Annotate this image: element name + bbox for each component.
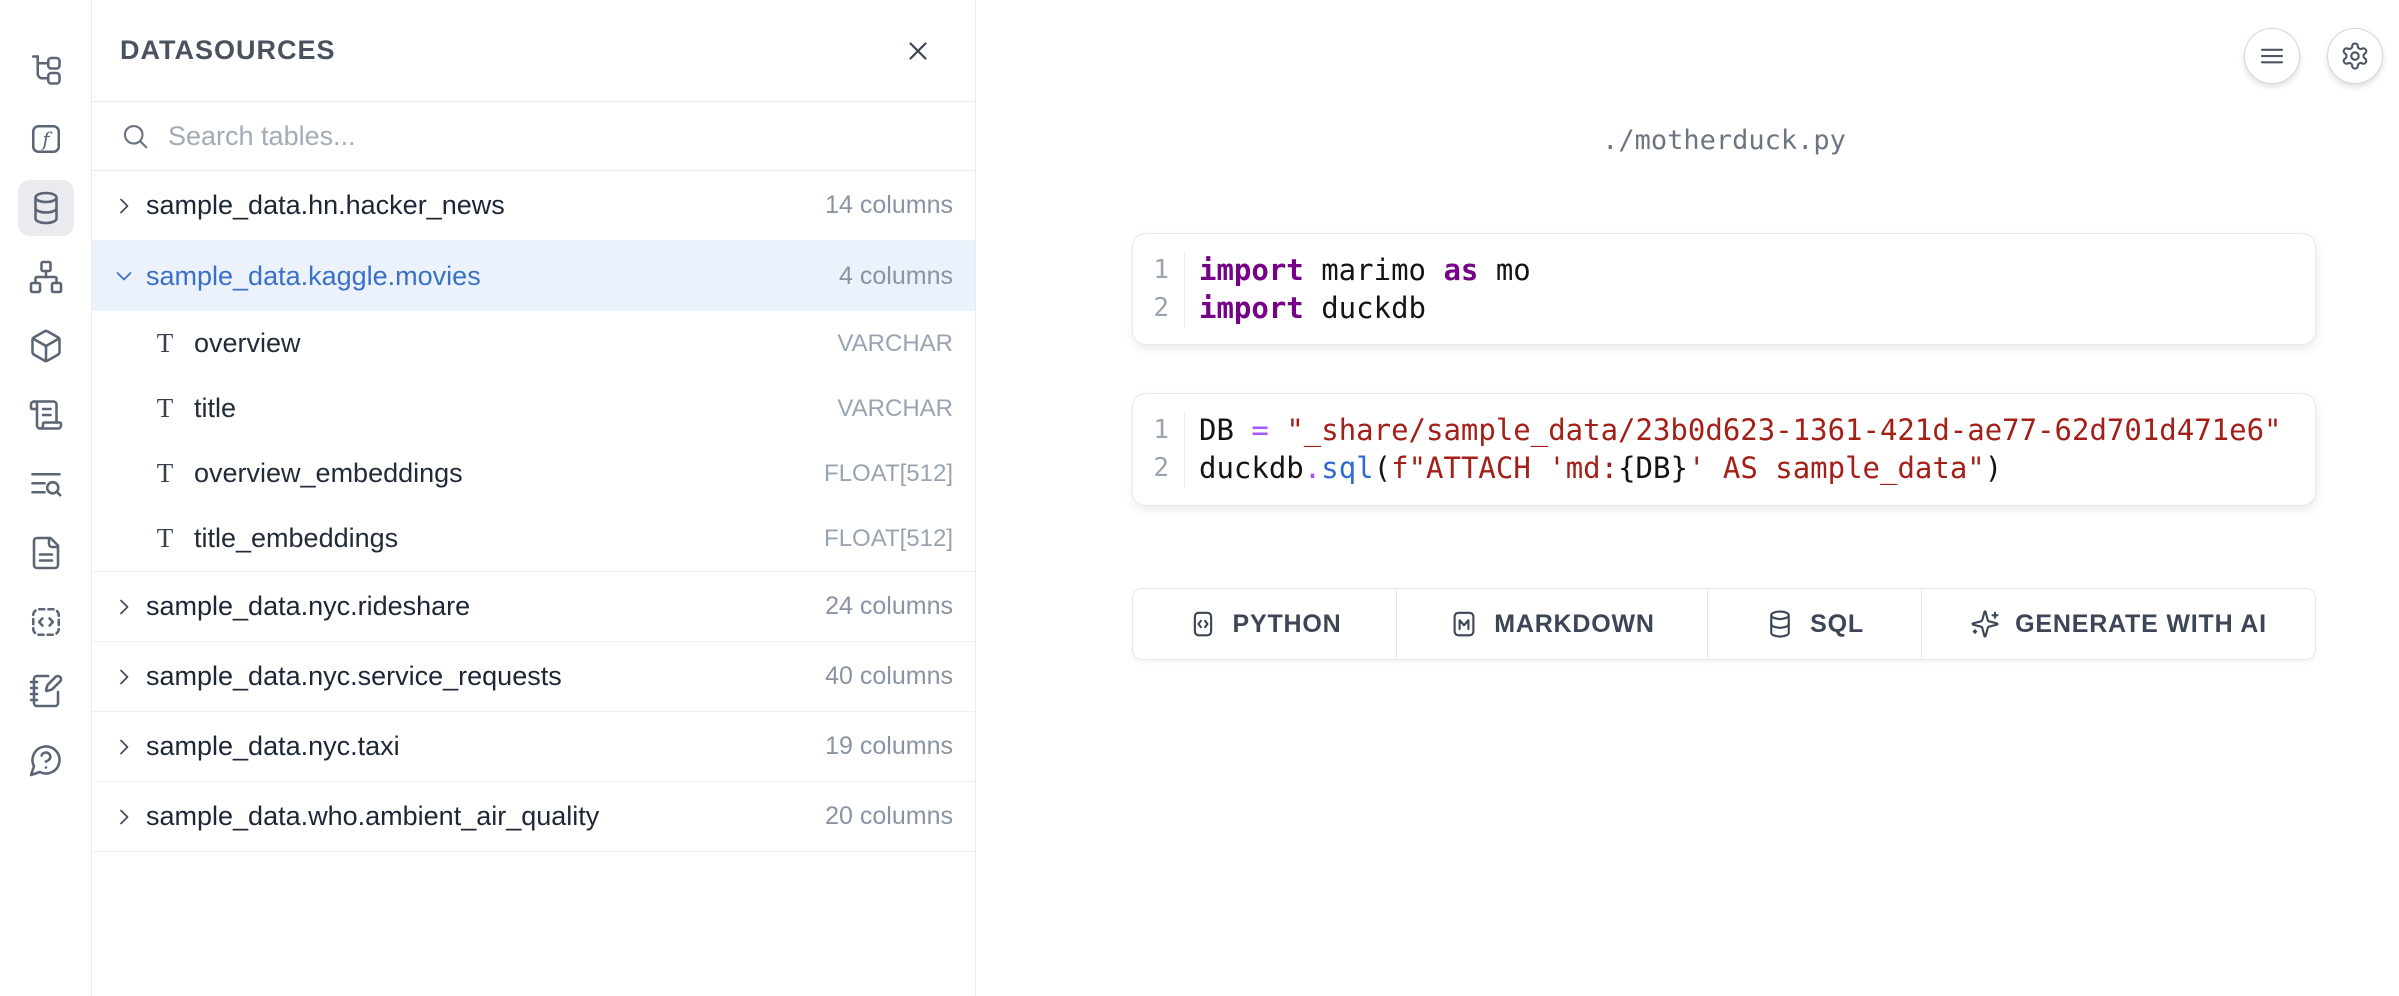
table-row[interactable]: sample_data.who.ambient_air_quality 20 c… xyxy=(92,782,975,852)
table-columns-count: 40 columns xyxy=(825,662,953,691)
code-cell-imports[interactable]: 1 2 import marimo as mo import duckdb xyxy=(1132,233,2316,345)
notebook-filename: ./motherduck.py xyxy=(1132,120,2316,160)
snippets-icon[interactable] xyxy=(18,594,74,650)
line-number-gutter: 1 2 xyxy=(1133,411,1185,488)
file-explorer-icon[interactable] xyxy=(18,42,74,98)
type-text-icon: T xyxy=(150,328,180,359)
help-icon[interactable] xyxy=(18,732,74,788)
datasources-icon[interactable] xyxy=(18,180,74,236)
sparkles-icon xyxy=(1970,609,2000,639)
tracing-icon[interactable] xyxy=(18,456,74,512)
code-square-icon xyxy=(1188,609,1218,639)
table-name: sample_data.nyc.rideshare xyxy=(146,591,470,622)
documentation-icon[interactable] xyxy=(18,525,74,581)
gear-icon xyxy=(2340,41,2370,71)
column-type: VARCHAR xyxy=(837,330,953,358)
logs-icon[interactable] xyxy=(18,387,74,443)
column-row[interactable]: T overview VARCHAR xyxy=(92,311,975,376)
search-row xyxy=(92,102,975,171)
datasources-panel: DATASOURCES sample_data.hn.hacker_news 1… xyxy=(92,0,976,996)
column-name: title xyxy=(194,393,236,424)
chevron-down-icon xyxy=(112,264,136,288)
code-editor[interactable]: DB = "_share/sample_data/23b0d623-1361-4… xyxy=(1185,411,2315,488)
generate-with-ai-button[interactable]: GENERATE WITH AI xyxy=(1921,589,2315,659)
table-row[interactable]: sample_data.hn.hacker_news 14 columns xyxy=(92,171,975,241)
scratchpad-icon[interactable] xyxy=(18,663,74,719)
hamburger-menu-icon xyxy=(2257,41,2287,71)
database-icon xyxy=(1765,609,1795,639)
tables-list: sample_data.hn.hacker_news 14 columns sa… xyxy=(92,171,975,852)
column-type: FLOAT[512] xyxy=(824,525,953,553)
column-row[interactable]: T title VARCHAR xyxy=(92,376,975,441)
table-columns-count: 19 columns xyxy=(825,732,953,761)
svg-text:f: f xyxy=(40,128,53,151)
table-name: sample_data.who.ambient_air_quality xyxy=(146,801,599,832)
helper-icon-rail: f xyxy=(0,0,92,996)
packages-icon[interactable] xyxy=(18,318,74,374)
table-columns-count: 24 columns xyxy=(825,592,953,621)
column-name: title_embeddings xyxy=(194,523,398,554)
table-row[interactable]: sample_data.nyc.service_requests 40 colu… xyxy=(92,642,975,712)
table-row-selected[interactable]: sample_data.kaggle.movies 4 columns xyxy=(92,241,975,311)
table-columns-count: 4 columns xyxy=(839,262,953,291)
code-cell-attach-db[interactable]: 1 2 DB = "_share/sample_data/23b0d623-13… xyxy=(1132,393,2316,506)
type-text-icon: T xyxy=(150,458,180,489)
add-markdown-cell-button[interactable]: MARKDOWN xyxy=(1396,589,1707,659)
column-type: FLOAT[512] xyxy=(824,460,953,488)
table-columns-count: 20 columns xyxy=(825,802,953,831)
chevron-right-icon xyxy=(112,805,136,829)
table-row[interactable]: sample_data.nyc.rideshare 24 columns xyxy=(92,572,975,642)
chevron-right-icon xyxy=(112,595,136,619)
close-panel-button[interactable] xyxy=(899,32,937,70)
markdown-icon xyxy=(1449,609,1479,639)
column-row[interactable]: T overview_embeddings FLOAT[512] xyxy=(92,441,975,506)
table-name: sample_data.nyc.service_requests xyxy=(146,661,562,692)
column-name: overview xyxy=(194,328,301,359)
variables-icon[interactable]: f xyxy=(18,111,74,167)
table-columns-group: T overview VARCHAR T title VARCHAR T ove… xyxy=(92,311,975,572)
chevron-right-icon xyxy=(112,194,136,218)
chevron-right-icon xyxy=(112,735,136,759)
panel-title: DATASOURCES xyxy=(120,35,336,66)
search-input[interactable] xyxy=(168,102,975,170)
chevron-right-icon xyxy=(112,665,136,689)
notebook-area: ./motherduck.py 1 2 import marimo as mo … xyxy=(977,0,2399,996)
add-python-cell-button[interactable]: PYTHON xyxy=(1133,589,1396,659)
search-icon xyxy=(120,121,150,151)
type-text-icon: T xyxy=(150,523,180,554)
table-name: sample_data.kaggle.movies xyxy=(146,261,481,292)
close-icon xyxy=(903,36,933,66)
dependencies-icon[interactable] xyxy=(18,249,74,305)
add-cell-action-bar: PYTHON MARKDOWN SQL xyxy=(1132,588,2316,660)
menu-button[interactable] xyxy=(2244,28,2300,84)
column-row[interactable]: T title_embeddings FLOAT[512] xyxy=(92,506,975,571)
table-row[interactable]: sample_data.nyc.taxi 19 columns xyxy=(92,712,975,782)
table-name: sample_data.hn.hacker_news xyxy=(146,190,505,221)
add-sql-cell-button[interactable]: SQL xyxy=(1707,589,1921,659)
settings-button[interactable] xyxy=(2327,28,2383,84)
table-name: sample_data.nyc.taxi xyxy=(146,731,400,762)
panel-header: DATASOURCES xyxy=(92,0,975,102)
column-name: overview_embeddings xyxy=(194,458,463,489)
table-columns-count: 14 columns xyxy=(825,191,953,220)
type-text-icon: T xyxy=(150,393,180,424)
code-editor[interactable]: import marimo as mo import duckdb xyxy=(1185,251,2315,327)
line-number-gutter: 1 2 xyxy=(1133,251,1185,327)
column-type: VARCHAR xyxy=(837,395,953,423)
